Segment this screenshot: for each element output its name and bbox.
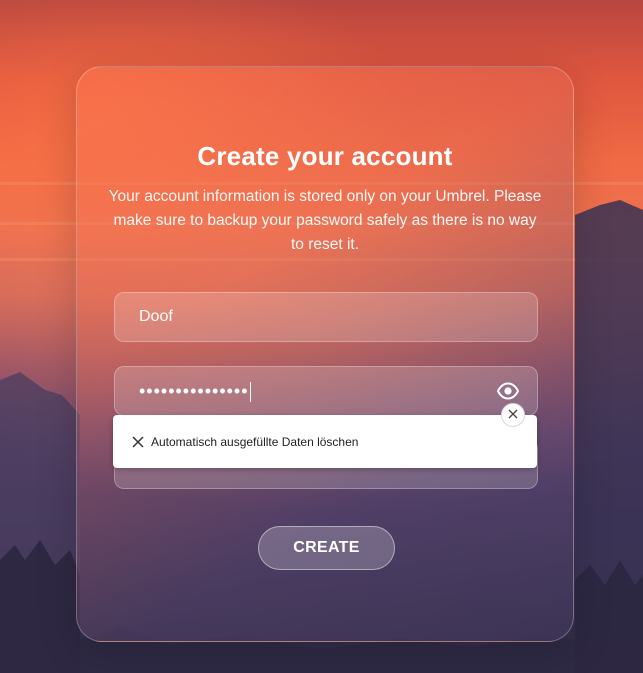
description-text: Your account information is stored only … [108,188,542,253]
autofill-clear-label: Automatisch ausgefüllte Daten löschen [151,434,359,449]
name-input[interactable] [115,293,537,341]
autofill-close-button[interactable] [501,403,525,427]
name-field[interactable] [114,292,538,342]
eye-icon[interactable] [496,382,520,400]
create-button[interactable]: CREATE [258,526,395,570]
text-caret [249,382,252,403]
password-input[interactable]: ••••••••••••••• [139,381,252,403]
password-field[interactable]: ••••••••••••••• [114,366,538,416]
close-icon [131,435,145,449]
autofill-clear-option[interactable]: Automatisch ausgefüllte Daten löschen [113,415,537,468]
close-icon [508,406,518,424]
page-title: Create your account [197,141,453,171]
password-value: ••••••••••••••• [139,381,249,401]
signup-card: Create your account Your account informa… [76,66,574,642]
